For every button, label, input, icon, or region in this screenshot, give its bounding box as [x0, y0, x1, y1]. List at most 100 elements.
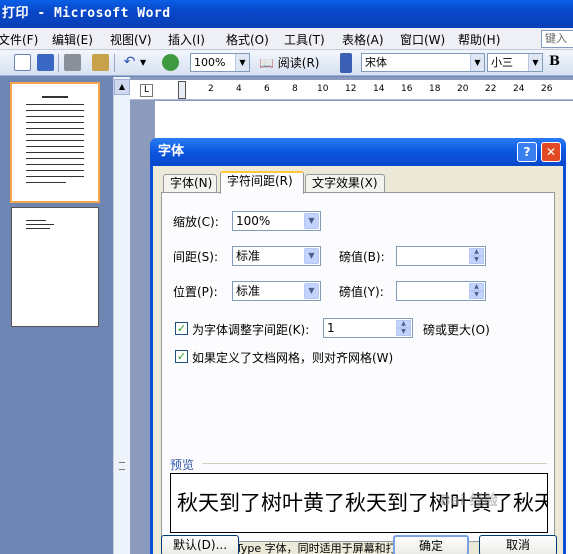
ruler-tick: 10: [317, 84, 329, 94]
thumb-line: [26, 122, 84, 123]
save-icon[interactable]: [37, 54, 54, 71]
chevron-down-icon: ▼: [304, 283, 319, 299]
toolbar-options-icon[interactable]: [340, 53, 352, 73]
open-folder-icon[interactable]: [14, 54, 31, 71]
spin-up-icon[interactable]: ▲: [469, 283, 484, 291]
tab-character-spacing[interactable]: 字符间距(R): [220, 171, 304, 194]
kerning-input[interactable]: 1 ▲ ▼: [323, 318, 413, 338]
zoom-select[interactable]: 100% ▼: [190, 53, 250, 72]
position-value: 标准: [236, 284, 261, 298]
tab-stop-selector[interactable]: L: [140, 84, 153, 97]
position-label: 位置(P):: [173, 285, 218, 299]
ruler-tick: 2: [208, 84, 214, 94]
font-name-value: 宋体: [365, 56, 387, 69]
menu-file[interactable]: 文件(F): [0, 31, 38, 48]
undo-icon[interactable]: ↶: [121, 54, 138, 71]
menu-bar: 文件(F) 编辑(E) 视图(V) 插入(I) 格式(O) 工具(T) 表格(A…: [0, 28, 573, 50]
horizontal-ruler[interactable]: L 2 4 6 8 10 12 14 16 18 20 22 24 26: [130, 80, 573, 100]
snap-to-grid-checkbox[interactable]: ✓: [175, 350, 188, 363]
menu-table[interactable]: 表格(A): [342, 31, 384, 48]
ok-button[interactable]: 确定: [393, 535, 469, 554]
position-points-input[interactable]: ▲ ▼: [396, 281, 486, 301]
page-thumbnail-1[interactable]: [10, 82, 100, 203]
zoom-value: 100%: [194, 56, 226, 69]
tab-text-effects[interactable]: 文字效果(X): [305, 174, 385, 193]
menu-format[interactable]: 格式(O): [226, 31, 269, 48]
window-title-bar: 打印 - Microsoft Word: [0, 0, 573, 28]
indent-marker[interactable]: [178, 81, 186, 99]
preview-label: 预览: [170, 458, 195, 472]
cancel-button[interactable]: 取消: [479, 535, 557, 554]
help-search-input[interactable]: 键入: [541, 30, 573, 48]
scroll-up-icon[interactable]: ▲: [114, 79, 130, 95]
spacing-value: 标准: [236, 249, 261, 263]
menu-view[interactable]: 视图(V): [110, 31, 152, 48]
ruler-tick: 22: [485, 84, 497, 94]
ruler-tick: 6: [264, 84, 270, 94]
chevron-down-icon: ▼: [304, 213, 319, 229]
menu-window[interactable]: 窗口(W): [400, 31, 445, 48]
scroll-grip[interactable]: [119, 462, 125, 470]
ruler-tick: 16: [401, 84, 413, 94]
default-button[interactable]: 默认(D)...: [161, 535, 239, 554]
scale-select[interactable]: 100% ▼: [232, 211, 321, 231]
thumb-line: [26, 146, 84, 147]
print-icon[interactable]: [64, 54, 81, 71]
tab-font[interactable]: 字体(N): [163, 174, 217, 193]
thumb-line: [26, 128, 84, 129]
ruler-tick: 12: [345, 84, 357, 94]
ruler-tick: 18: [429, 84, 441, 94]
bold-button[interactable]: B: [549, 54, 560, 69]
spin-up-icon[interactable]: ▲: [469, 248, 484, 256]
spacing-points-input[interactable]: ▲ ▼: [396, 246, 486, 266]
spin-down-icon[interactable]: ▼: [396, 328, 411, 336]
spacing-points-label: 磅值(B):: [339, 250, 385, 264]
font-size-value: 小三: [491, 56, 513, 69]
spin-down-icon[interactable]: ▼: [469, 256, 484, 264]
thumb-line: [26, 224, 54, 225]
book-icon: 📖: [259, 56, 274, 70]
ruler-tick: 26: [541, 84, 553, 94]
chevron-down-icon: ▼: [304, 248, 319, 264]
menu-edit[interactable]: 编辑(E): [52, 31, 93, 48]
thumb-line: [26, 228, 50, 229]
thumb-line: [26, 116, 84, 117]
research-icon[interactable]: [162, 54, 179, 71]
thumb-line: [26, 170, 84, 171]
standard-toolbar: ↶ ▼ 100% ▼ 📖 阅读(R) 宋体 ▼ 小三 ▼ B: [0, 50, 573, 76]
help-button[interactable]: ?: [517, 142, 537, 162]
page-thumbnail-2[interactable]: [11, 207, 99, 327]
spacing-select[interactable]: 标准 ▼: [232, 246, 321, 266]
ruler-tick: 14: [373, 84, 385, 94]
spin-down-icon[interactable]: ▼: [469, 291, 484, 299]
spin-up-icon[interactable]: ▲: [396, 320, 411, 328]
menu-insert[interactable]: 插入(I): [168, 31, 205, 48]
ruler-tick: 20: [457, 84, 469, 94]
menu-help[interactable]: 帮助(H): [458, 31, 500, 48]
font-size-select[interactable]: 小三 ▼: [487, 53, 543, 72]
read-button[interactable]: 📖 阅读(R): [259, 54, 319, 72]
ruler-tick: 4: [236, 84, 242, 94]
thumb-line: [42, 96, 68, 98]
paste-icon[interactable]: [92, 54, 109, 71]
toolbar-separator: [114, 54, 115, 72]
thumb-line: [26, 164, 84, 165]
close-button[interactable]: ✕: [541, 142, 561, 162]
watermark-text: Bai 经验: [440, 493, 498, 509]
chevron-down-icon: ▼: [528, 54, 542, 71]
preview-divider: [202, 463, 547, 464]
position-select[interactable]: 标准 ▼: [232, 281, 321, 301]
menu-tools[interactable]: 工具(T): [284, 31, 325, 48]
thumb-line: [26, 182, 66, 183]
kerning-checkbox[interactable]: ✓: [175, 322, 188, 335]
toolbar-separator: [58, 54, 59, 72]
thumb-line: [26, 140, 84, 141]
ruler-tick: 24: [513, 84, 525, 94]
thumbnail-scrollbar[interactable]: ▲: [113, 77, 130, 554]
window-title: 打印 - Microsoft Word: [2, 6, 171, 21]
watermark-logo: Bai 经验: [440, 490, 550, 530]
undo-dropdown-icon[interactable]: ▼: [140, 54, 150, 71]
font-name-select[interactable]: 宋体 ▼: [361, 53, 485, 72]
dialog-title-bar[interactable]: 字体: [150, 138, 566, 166]
position-points-label: 磅值(Y):: [339, 285, 384, 299]
